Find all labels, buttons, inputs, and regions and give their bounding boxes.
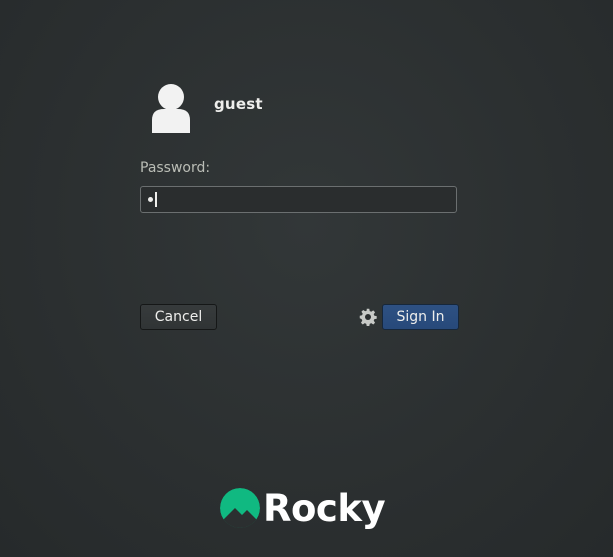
rocky-logo: Rocky — [219, 486, 386, 530]
user-row — [146, 80, 202, 136]
password-label: Password: — [140, 160, 211, 176]
user-avatar-icon — [152, 84, 190, 133]
password-field[interactable] — [140, 186, 457, 213]
gear-icon[interactable] — [359, 308, 377, 326]
sign-in-button[interactable]: Sign In — [382, 304, 459, 330]
cancel-button[interactable]: Cancel — [140, 304, 217, 330]
rocky-logo-icon — [220, 488, 260, 528]
username-label[interactable]: guest — [214, 95, 263, 113]
login-screen: guest Password: Cancel Sign In Rocky — [0, 0, 613, 557]
logo-wordmark: Rocky — [263, 486, 386, 530]
avatar — [146, 80, 202, 136]
